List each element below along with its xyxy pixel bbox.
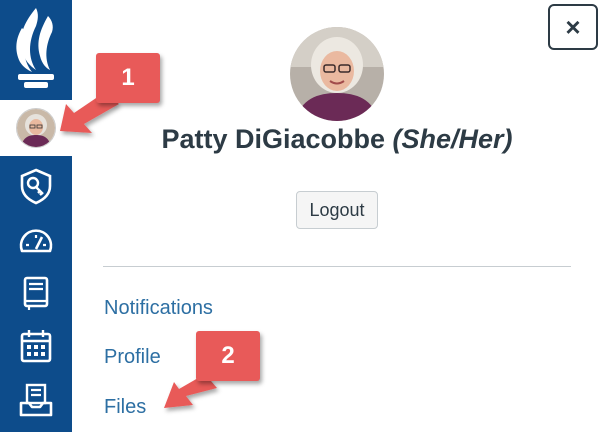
nav-dashboard[interactable] [0, 214, 72, 270]
user-name-text: Patty DiGiacobbe [161, 124, 385, 154]
calendar-icon [20, 330, 52, 363]
global-nav-sidebar [0, 0, 72, 432]
callout-badge-2: 2 [196, 331, 260, 381]
logout-button[interactable]: Logout [296, 191, 378, 229]
callout-badge-1: 1 [96, 53, 160, 103]
nav-inbox[interactable] [0, 372, 72, 428]
files-link[interactable]: Files [104, 396, 146, 419]
speedometer-icon [19, 229, 53, 253]
notifications-link[interactable]: Notifications [104, 297, 213, 320]
nav-admin[interactable] [0, 158, 72, 214]
nav-courses[interactable] [0, 265, 72, 321]
divider [103, 266, 571, 267]
user-avatar-large [290, 27, 384, 121]
nav-account[interactable] [0, 100, 72, 156]
inbox-icon [19, 383, 53, 417]
avatar [16, 108, 56, 148]
institution-logo-icon[interactable] [8, 6, 64, 94]
profile-link[interactable]: Profile [104, 346, 161, 369]
close-icon: × [565, 11, 581, 42]
user-pronouns: (She/Her) [392, 124, 513, 154]
book-icon [23, 276, 49, 310]
close-button[interactable]: × [548, 4, 598, 50]
shield-key-icon [20, 168, 52, 205]
nav-calendar[interactable] [0, 318, 72, 374]
user-name: Patty DiGiacobbe (She/Her) [72, 124, 602, 155]
